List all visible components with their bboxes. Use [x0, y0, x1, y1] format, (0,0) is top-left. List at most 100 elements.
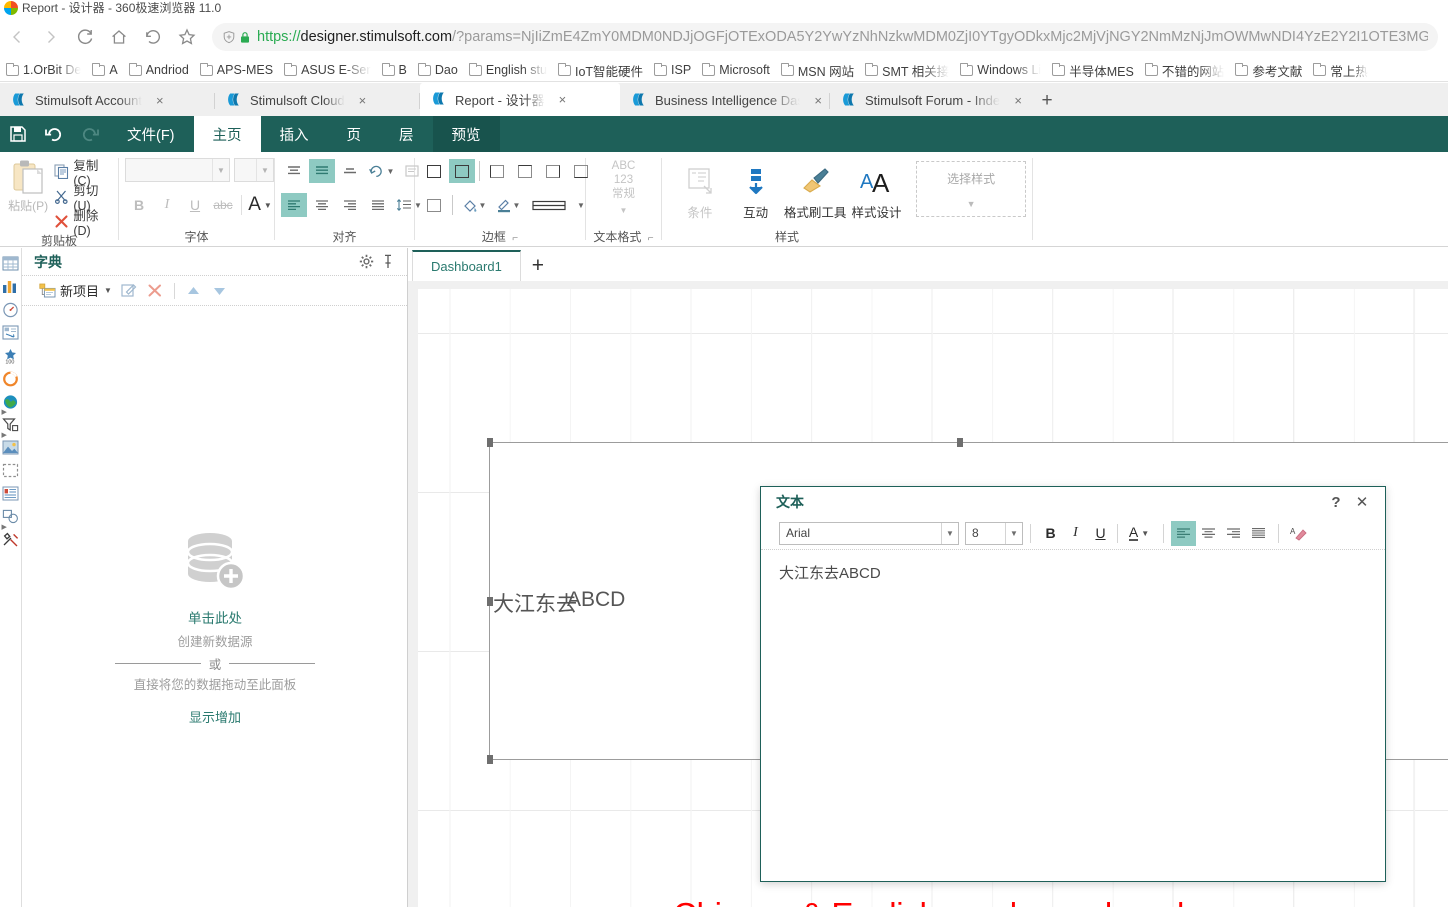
align-center-button[interactable] — [309, 193, 335, 217]
bookmark-item[interactable]: IoT智能硬件 — [557, 61, 643, 80]
bookmark-item[interactable]: 1.OrBit De — [6, 62, 81, 77]
border-right-button[interactable] — [540, 159, 566, 183]
pivot-icon[interactable] — [0, 321, 22, 344]
border-all-button[interactable] — [449, 159, 475, 183]
dialog-align-justify-button[interactable] — [1246, 521, 1271, 546]
new-item-button[interactable]: 新项目 ▼ — [30, 278, 116, 304]
tools-icon[interactable] — [0, 528, 22, 551]
ribbon-tab-insert[interactable]: 插入 — [261, 116, 328, 152]
align-left-button[interactable] — [281, 193, 307, 217]
tab-close-icon[interactable]: × — [156, 93, 164, 108]
gauge-icon[interactable] — [0, 298, 22, 321]
reload-icon[interactable] — [68, 20, 102, 54]
bookmark-item[interactable]: ASUS E-Ser — [284, 62, 371, 77]
tab-close-icon[interactable]: × — [1014, 93, 1022, 108]
edit-icon[interactable] — [116, 278, 142, 304]
font-size-combo[interactable]: ▼ — [234, 158, 274, 182]
indicator-icon[interactable]: 100 — [0, 344, 22, 367]
dashboard-tab-dashboard1[interactable]: Dashboard1 — [412, 250, 521, 281]
gear-icon[interactable] — [355, 254, 377, 269]
border-none-button[interactable] — [421, 159, 447, 183]
dialog-launcher-icon[interactable]: ⌐ — [648, 233, 654, 244]
bookmark-item[interactable]: B — [381, 62, 407, 77]
browser-tab[interactable]: Report - 设计器 × — [420, 83, 620, 116]
map-icon[interactable]: ▶ — [0, 390, 22, 416]
resize-handle-top-center[interactable] — [957, 438, 963, 447]
fill-color-button[interactable]: ▼ — [458, 193, 490, 217]
border-clear-button[interactable] — [421, 193, 447, 217]
bookmark-item[interactable]: 不错的网站 — [1144, 61, 1224, 80]
dialog-italic-button[interactable]: I — [1063, 521, 1088, 546]
strikethrough-button[interactable]: abc — [209, 192, 237, 218]
browser-tab[interactable]: Stimulsoft Account × — [0, 85, 215, 116]
bookmark-item[interactable]: A — [92, 62, 118, 77]
tab-close-icon[interactable]: × — [559, 92, 567, 107]
align-justify-button[interactable] — [365, 193, 391, 217]
bookmark-item[interactable]: 参考文献 — [1235, 61, 1302, 80]
bookmark-item[interactable]: ISP — [654, 62, 691, 77]
dialog-font-size-combo[interactable]: 8 ▼ — [965, 521, 1023, 545]
browser-tab[interactable]: Business Intelligence Dashb × — [620, 85, 830, 116]
format-painter-button[interactable]: 格式刷工具 — [784, 157, 847, 221]
save-icon[interactable] — [0, 116, 36, 152]
text-rotation-button[interactable]: ▼ — [365, 159, 397, 183]
dialog-launcher-icon[interactable]: ⌐ — [512, 233, 518, 244]
border-left-button[interactable] — [484, 159, 510, 183]
favorite-star-icon[interactable] — [170, 20, 204, 54]
new-tab-button[interactable]: + — [1030, 85, 1064, 116]
dialog-font-color-button[interactable]: A ▼ — [1122, 521, 1156, 546]
bookmark-item[interactable]: Dao — [417, 62, 458, 77]
ribbon-tab-file[interactable]: 文件(F) — [108, 116, 194, 152]
bookmark-item[interactable]: SMT 相关接 — [865, 61, 949, 80]
ribbon-tab-home[interactable]: 主页 — [193, 116, 261, 152]
italic-button[interactable]: I — [153, 192, 181, 218]
style-picker[interactable]: 选择样式 ▼ — [916, 161, 1027, 217]
tab-close-icon[interactable]: × — [814, 93, 822, 108]
dialog-font-name-combo[interactable]: Arial ▼ — [779, 521, 959, 545]
dialog-clear-format-button[interactable]: A — [1286, 521, 1311, 546]
ribbon-tab-preview[interactable]: 预览 — [432, 116, 500, 152]
dialog-underline-button[interactable]: U — [1088, 521, 1113, 546]
chart-icon[interactable] — [0, 275, 22, 298]
ribbon-tab-layer[interactable]: 层 — [380, 116, 433, 152]
tab-close-icon[interactable]: × — [359, 93, 367, 108]
add-dashboard-button[interactable]: + — [521, 250, 555, 281]
dialog-bold-button[interactable]: B — [1038, 521, 1063, 546]
move-up-icon[interactable] — [181, 278, 207, 304]
panel-icon[interactable] — [0, 459, 22, 482]
click-here-link[interactable]: 单击此处 — [188, 607, 242, 627]
filter-icon[interactable]: ▶ — [0, 413, 22, 439]
back-arrow-icon[interactable] — [0, 20, 34, 54]
border-color-button[interactable]: ▼ — [492, 193, 524, 217]
pin-icon[interactable] — [377, 254, 399, 269]
move-down-icon[interactable] — [207, 278, 233, 304]
font-color-button[interactable]: A ▼ — [246, 192, 274, 218]
shape-icon[interactable]: ▶ — [0, 505, 22, 531]
valign-middle-button[interactable] — [309, 159, 335, 183]
valign-bottom-button[interactable] — [337, 159, 363, 183]
dialog-align-left-button[interactable] — [1171, 520, 1196, 546]
image-icon[interactable] — [0, 436, 22, 459]
conditions-button[interactable]: 条件 — [672, 157, 728, 221]
show-more-link[interactable]: 显示增加 — [189, 707, 241, 726]
table-icon[interactable] — [0, 252, 22, 275]
text-dialog-body[interactable]: 大江东去ABCD — [761, 551, 1385, 881]
delete-icon[interactable] — [142, 278, 168, 304]
dialog-align-center-button[interactable] — [1196, 521, 1221, 546]
dialog-align-right-button[interactable] — [1221, 521, 1246, 546]
forward-arrow-icon[interactable] — [34, 20, 68, 54]
bookmark-item[interactable]: Microsoft — [702, 62, 770, 77]
bold-button[interactable]: B — [125, 192, 153, 218]
bookmark-item[interactable]: English stu — [468, 62, 547, 77]
bookmark-item[interactable]: 半导体MES — [1052, 61, 1134, 80]
close-icon[interactable]: ✕ — [1349, 489, 1375, 515]
undo-icon[interactable] — [36, 116, 72, 152]
border-style-button[interactable] — [526, 193, 572, 217]
paste-button[interactable]: 粘贴(P) — [6, 157, 50, 214]
style-designer-button[interactable]: AA 样式设计 — [847, 157, 906, 221]
bookmark-item[interactable]: 常上热 — [1313, 61, 1368, 80]
bookmark-item[interactable]: APS-MES — [199, 62, 273, 77]
resize-handle-top-left[interactable] — [487, 438, 493, 447]
resize-handle-bottom-left[interactable] — [487, 755, 493, 764]
bookmark-item[interactable]: MSN 网站 — [780, 61, 854, 80]
